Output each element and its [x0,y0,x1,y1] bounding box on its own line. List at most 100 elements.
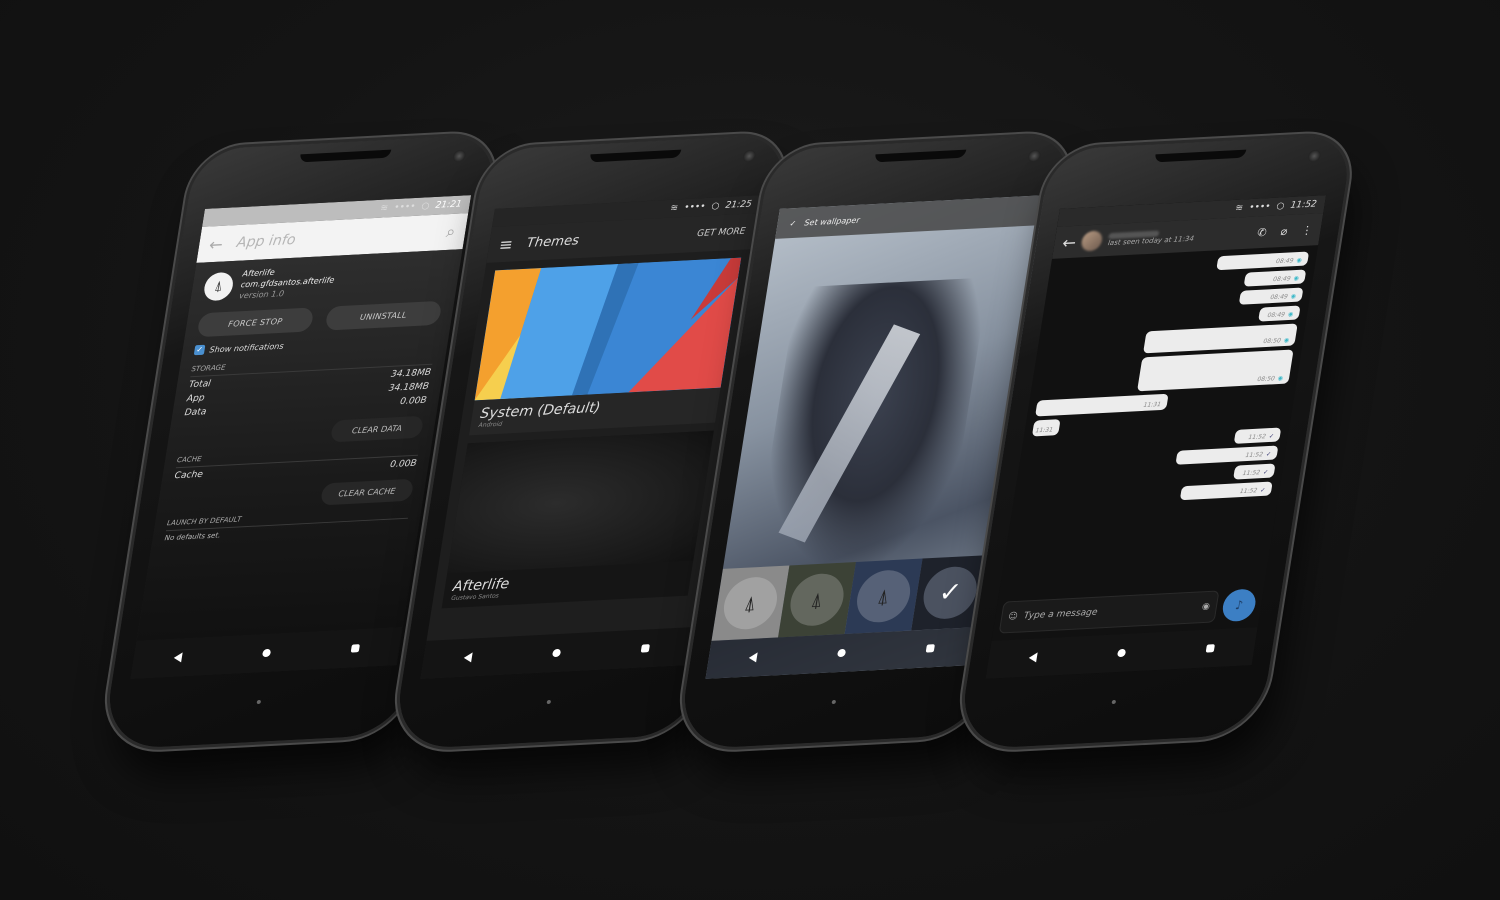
message-time: 11:52 [1242,469,1261,478]
storage-label: App [185,393,206,405]
battery-icon: ○ [420,201,431,212]
cache-value: 0.00B [389,458,418,471]
wifi-icon: ≋ [379,203,389,214]
more-options-icon[interactable]: ⋮ [1301,223,1314,237]
nav-recents-icon[interactable] [925,644,935,653]
uninstall-button[interactable]: UNINSTALL [324,300,443,331]
nav-home-icon[interactable] [551,648,562,658]
app-icon: ⍋ [202,271,236,301]
nav-home-icon[interactable] [1116,648,1127,658]
seen-eye-icon: ◉ [1287,310,1294,319]
signal-icon: •••• [393,201,417,214]
message-time: 08:49 [1275,257,1295,266]
outgoing-message[interactable]: 08:50 ◉ [1137,349,1294,392]
incoming-message[interactable]: 11:31 [1035,393,1169,417]
battery-icon: ○ [710,201,721,212]
incoming-message[interactable]: 11:31 [1031,419,1061,437]
afterlife-logo-icon: ⍋ [853,568,914,624]
checkbox-checked-icon: ✓ [193,344,206,356]
message-input[interactable]: ☺ Type a message ◉ [998,590,1220,634]
nav-back-icon[interactable] [1028,652,1038,663]
wallpaper-thumb[interactable]: ⍋ [711,565,790,641]
message-time: 11:52 [1239,487,1258,496]
afterlife-logo-icon: ⍋ [786,572,848,628]
outgoing-message[interactable]: 11:52 ✓ [1233,463,1276,480]
message-time: 11:52 [1244,451,1264,460]
theme-preview-material [474,257,742,401]
nav-recents-icon[interactable] [1205,644,1215,653]
emoji-icon[interactable]: ☺ [1007,612,1018,622]
seen-eye-icon: ◉ [1290,292,1297,301]
outgoing-message[interactable]: 08:49 ◉ [1238,287,1304,305]
outgoing-message[interactable]: 11:52 ✓ [1175,445,1279,465]
status-time: 11:52 [1289,199,1318,211]
force-stop-button[interactable]: FORCE STOP [196,307,315,338]
message-time: 08:50 [1256,375,1276,384]
outgoing-message[interactable]: 08:49 ◉ [1243,269,1307,287]
clear-cache-button[interactable]: CLEAR CACHE [319,478,415,506]
sent-check-icon: ✓ [1265,450,1272,459]
message-time: 08:49 [1269,293,1289,302]
outgoing-message[interactable]: 11:52 ✓ [1179,481,1273,501]
message-time: 08:49 [1272,275,1292,284]
mic-button[interactable]: ♪ [1220,588,1258,623]
battery-icon: ○ [1275,201,1286,212]
nav-back-icon[interactable] [748,652,758,663]
show-notifications-checkbox[interactable]: ✓ Show notifications [193,333,438,356]
message-time: 11:52 [1247,433,1267,442]
selected-check-icon: ✓ [919,565,981,621]
search-icon[interactable]: ⌕ [445,222,457,242]
page-title: Themes [525,232,581,251]
nav-recents-icon[interactable] [640,644,650,653]
material-wallpaper-art [474,257,742,401]
wallpaper-thumb[interactable]: ⍋ [844,558,923,634]
signal-icon: •••• [1248,201,1272,214]
app-header: ⍋ Afterlife com.gfdsantos.afterlife vers… [202,258,449,304]
attach-icon[interactable]: ⌀ [1280,224,1289,237]
call-icon[interactable]: ✆ [1256,225,1267,238]
storage-label: Data [183,407,208,419]
outgoing-message[interactable]: 08:49 ◉ [1258,305,1301,322]
contact-avatar[interactable] [1080,230,1104,252]
camera-icon[interactable]: ◉ [1201,602,1211,612]
status-time: 21:21 [434,199,463,211]
outgoing-message[interactable]: 08:49 ◉ [1216,251,1310,271]
afterlife-logo-icon: ⍋ [720,575,781,631]
theme-card-afterlife[interactable]: Afterlife Gustavo Santos [441,430,714,609]
outgoing-message[interactable]: 11:52 ✓ [1233,427,1282,444]
wifi-icon: ≋ [1234,203,1244,214]
theme-card-system[interactable]: System (Default) Android [469,257,742,436]
theme-preview-dark [447,430,714,574]
get-more-button[interactable]: GET MORE [696,227,746,240]
sent-check-icon: ✓ [1262,468,1269,477]
message-time: 08:50 [1262,337,1282,346]
nav-home-icon[interactable] [836,648,847,658]
storage-label: Total [188,379,212,391]
wifi-icon: ≋ [669,203,679,214]
seen-eye-icon: ◉ [1283,336,1290,345]
menu-icon[interactable]: ≡ [498,234,515,254]
outgoing-message[interactable]: 08:50 ◉ [1143,323,1298,354]
message-time: 08:49 [1266,311,1286,320]
signal-icon: •••• [683,201,707,214]
seen-eye-icon: ◉ [1293,274,1300,283]
nav-recents-icon[interactable] [350,644,360,653]
cache-label: Cache [173,469,204,482]
page-title: App info [235,231,297,251]
clear-data-button[interactable]: CLEAR DATA [329,415,425,443]
nav-home-icon[interactable] [261,648,272,658]
back-arrow-icon[interactable]: ← [208,234,225,254]
wallpaper-thumb[interactable]: ⍋ [778,562,856,638]
message-list: 08:49 ◉ 08:49 ◉ 08:49 ◉ 08:49 ◉ 08:50 ◉ 08:50 ◉ 11:3… [1011,245,1318,515]
back-arrow-icon[interactable]: ← [1061,232,1078,252]
show-notifications-label: Show notifications [208,341,285,355]
message-time: 11:31 [1142,401,1162,409]
storage-value: 0.00B [399,395,428,408]
status-time: 21:25 [724,199,753,211]
set-wallpaper-label: Set wallpaper [803,215,861,228]
compose-bar: ☺ Type a message ◉ ♪ [998,587,1258,634]
nav-back-icon[interactable] [463,652,473,663]
nav-back-icon[interactable] [173,652,183,663]
message-placeholder: Type a message [1022,607,1099,622]
message-time: 11:31 [1034,426,1054,435]
